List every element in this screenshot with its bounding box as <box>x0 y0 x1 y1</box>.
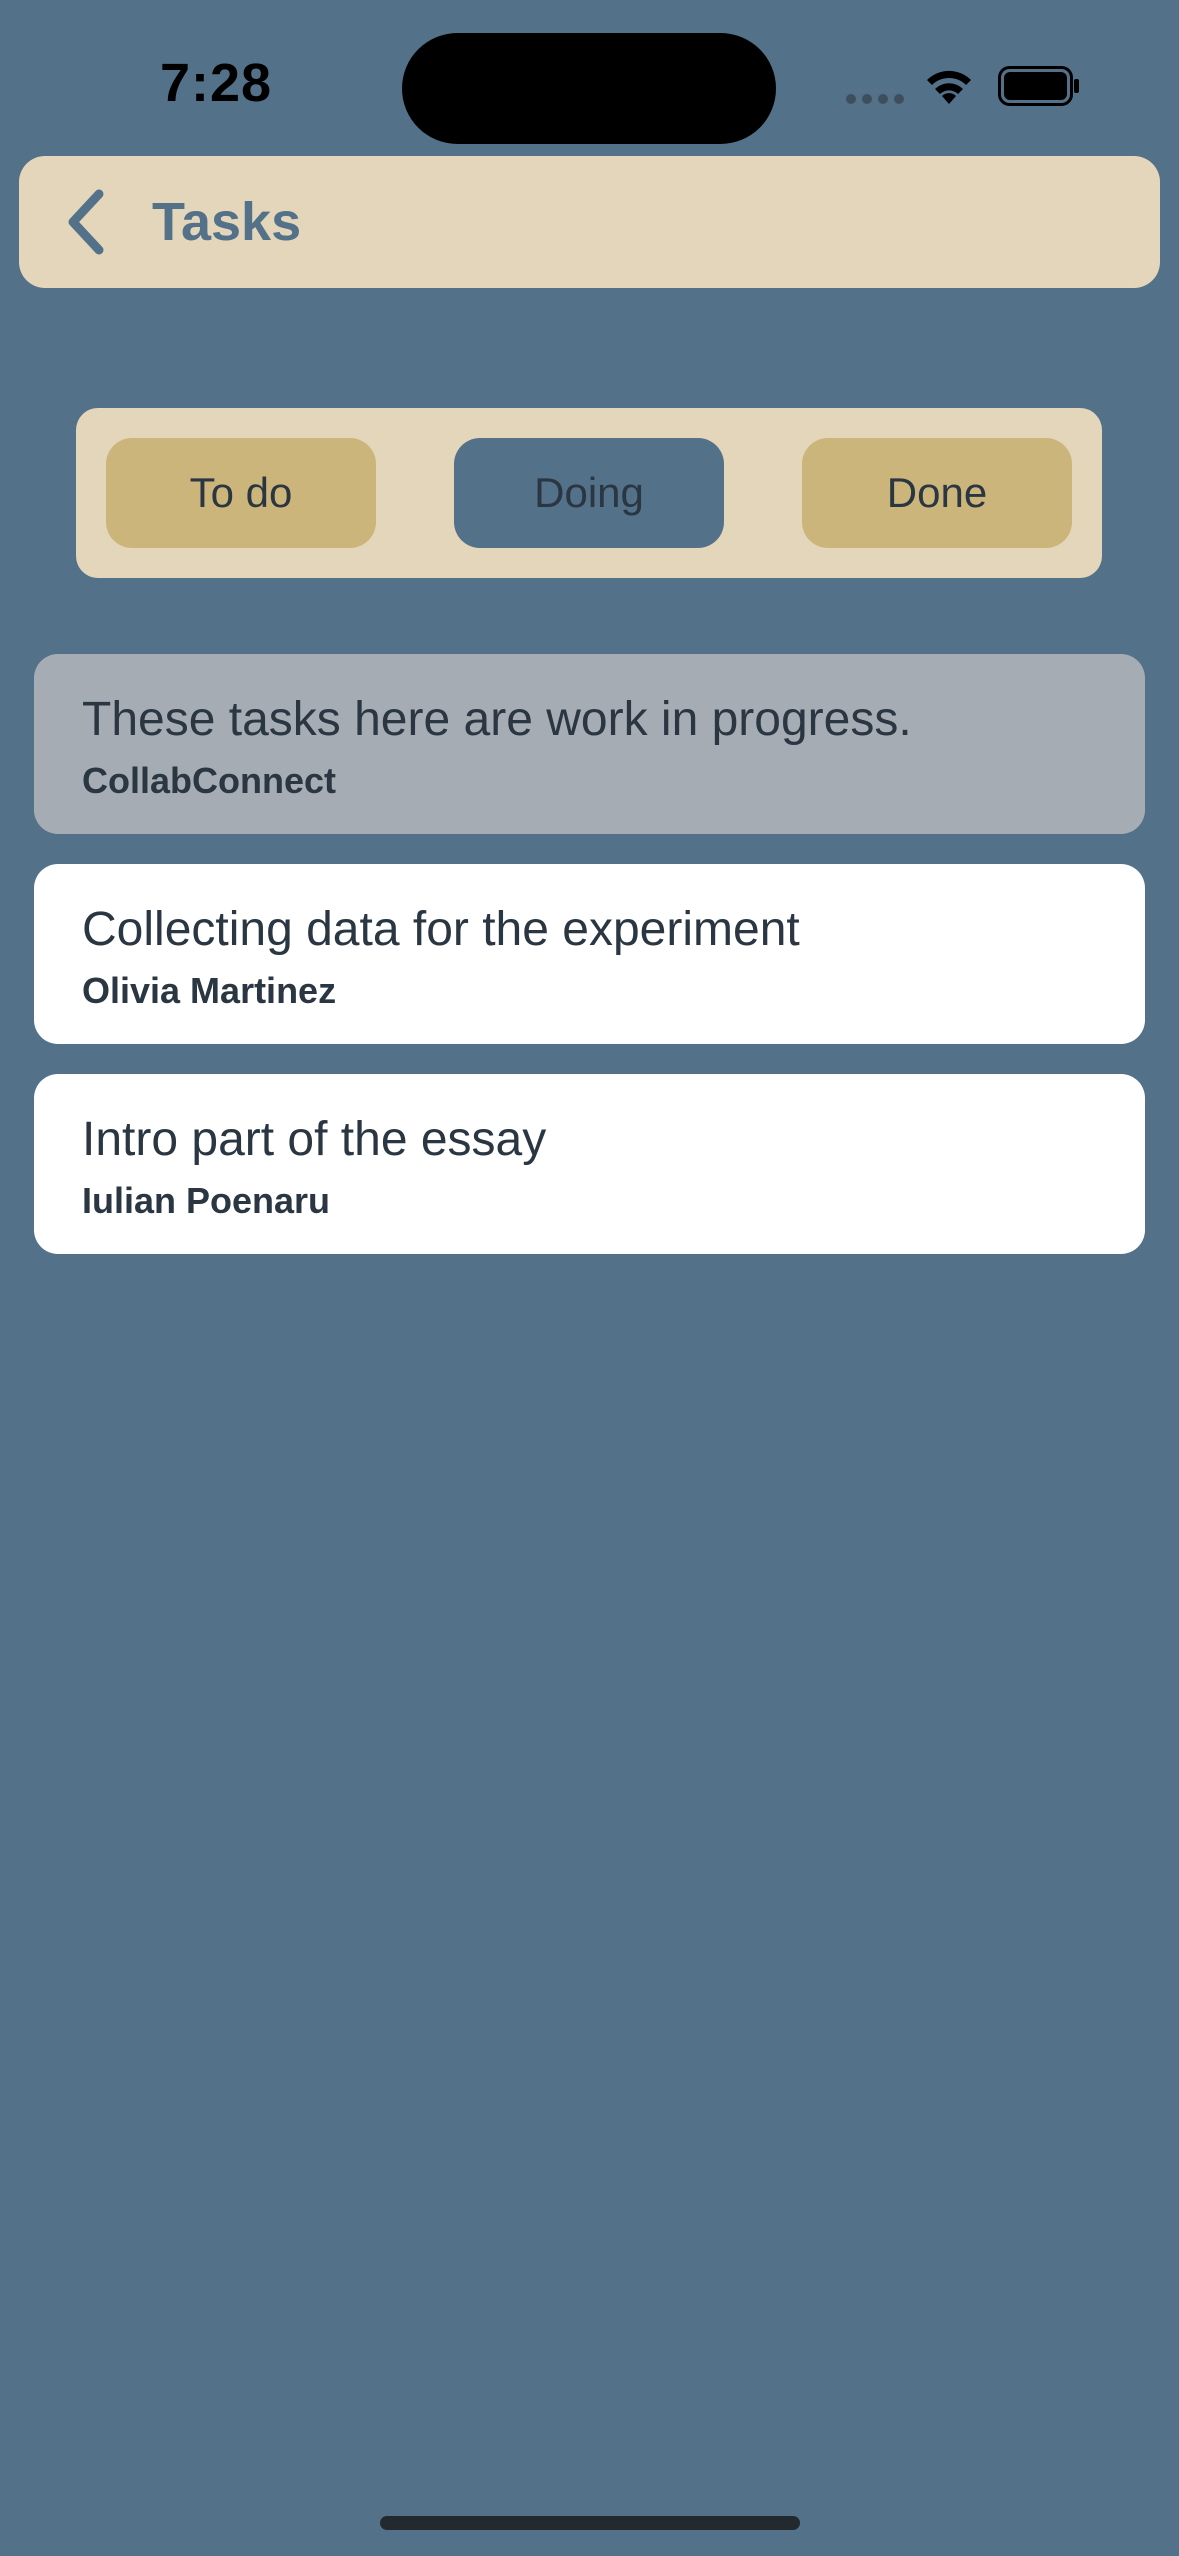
task-title: Collecting data for the experiment <box>82 903 800 956</box>
wifi-icon <box>927 70 971 104</box>
tab-doing[interactable]: Doing <box>454 438 724 548</box>
info-card-source: CollabConnect <box>82 760 337 801</box>
task-title: Intro part of the essay <box>82 1113 547 1166</box>
home-indicator[interactable] <box>380 2516 800 2530</box>
dynamic-island <box>402 33 776 144</box>
page-title: Tasks <box>152 192 302 252</box>
nav-header: Tasks <box>19 156 1160 288</box>
task-assignee: Iulian Poenaru <box>82 1180 331 1221</box>
tab-todo[interactable]: To do <box>106 438 376 548</box>
tab-done[interactable]: Done <box>802 438 1072 548</box>
info-card: These tasks here are work in progress. C… <box>34 654 1145 834</box>
battery-icon <box>998 66 1079 106</box>
cellular-signal-icon <box>846 94 904 104</box>
task-assignee: Olivia Martinez <box>82 970 337 1011</box>
task-card[interactable]: Collecting data for the experiment Olivi… <box>34 864 1145 1044</box>
task-card[interactable]: Intro part of the essay Iulian Poenaru <box>34 1074 1145 1254</box>
status-time: 7:28 <box>160 53 273 113</box>
status-segmented-control: To do Doing Done <box>76 408 1102 578</box>
chevron-left-icon[interactable] <box>59 186 119 258</box>
info-card-text: These tasks here are work in progress. <box>82 693 912 746</box>
